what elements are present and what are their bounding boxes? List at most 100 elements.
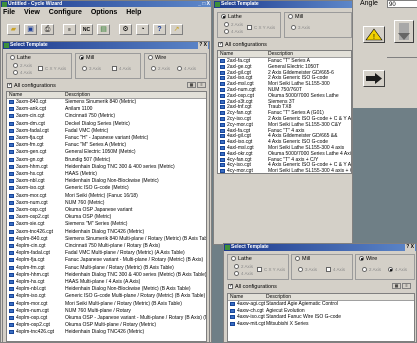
table-row[interactable]: 3axm-nbl.cgt Heidenhain Dialog Non-Blockw… [7,178,206,184]
main-dialog-close-button[interactable]: ? X [198,42,208,49]
wire-2axis-option[interactable]: 2 Axis [151,66,170,72]
mill-radio[interactable]: Mill [79,55,94,61]
angle-field[interactable]: 90 [387,0,417,8]
warning-tool-button[interactable]: ! [363,26,385,43]
lathe-cxy-option[interactable]: C X Y Axis [257,267,285,273]
table-row[interactable]: 4xplm-osp.cgt Okuma OSP - Japanese varian… [7,315,206,321]
wire-4axis-option[interactable]: 4 Axis [177,66,196,72]
table-row[interactable]: 4xplm-840.cgt Siemens Sinumerik 840 Multi… [7,236,206,242]
menu-help[interactable]: Help [126,9,141,16]
window-controls[interactable]: _ □ X [198,1,210,7]
table-row[interactable]: 3axm-ank.cgt Anilam 1100 [7,106,206,112]
table-row[interactable]: 3axm-840.cgt Siemens Sinumerik 840 (Metri… [7,99,206,105]
table-row[interactable]: 4xplm-tnc426.cgt Heidenhain Dialog TNC426… [7,329,206,335]
lathe-2axis-option[interactable]: 2 Axis [13,63,32,69]
mill-3axis-option[interactable]: 3 Axis [298,267,317,273]
table-row[interactable]: 3axm-mor.cgt Mori Seiki (Metric) (Fanuc 1… [7,193,206,199]
mill-4axis-option[interactable]: 4 Axis [112,66,131,72]
table-row[interactable]: 4axw-mit.cgt Mitsubishi X Series [228,321,414,327]
table-row[interactable]: 3axm-cin.cgt Cincinnati 750 (Metric) [7,113,206,119]
table-row[interactable]: 4xplm-osp2.cgt Okuma OSP Multi-plane / Ro… [7,322,206,328]
help-icon[interactable]: ? [153,24,166,35]
wire-dialog-close-button[interactable]: ? X [405,244,415,251]
table-row[interactable]: 3axm-fja.cgt Fanuc "H" - Japanese variant… [7,135,206,141]
large-icons-view-button[interactable]: ▦ [392,283,401,289]
table-row[interactable]: 3axm-osp.cgt Okuma OSP Japanese variant [7,207,206,213]
lathe-radio[interactable]: Lathe [231,256,252,262]
table-row[interactable]: 3axm-fadal.cgt Fadal VMC (Metric) [7,128,206,134]
lathe-2axis-option[interactable]: 2 Axis [234,264,253,270]
chart-icon[interactable]: ▤ [97,24,110,35]
open-file-icon[interactable]: ▰ [7,24,20,35]
mill-radio[interactable]: Mill [288,14,303,20]
lathe-4axis-option[interactable]: 4 Axis [234,271,253,277]
description-column-header[interactable]: Description [65,92,90,98]
table-row[interactable]: 3axm-hs.cgt HAAS (Metric) [7,171,206,177]
table-row[interactable]: 4axw-iso.cgt Standard Fanuc Wire ISO G-co… [228,314,414,320]
table-row[interactable]: 3axm-gn.cgt Brundig 507 (Metric) [7,157,206,163]
description-column-header[interactable]: Description [268,51,293,57]
table-row[interactable]: 4xplm-nbl.cgt Heidenhain Dialog Non-Block… [7,286,206,292]
text-icon[interactable]: ≡ [63,24,76,35]
all-configurations-checkbox[interactable]: ✓ All configurations [7,83,56,89]
lathe-cxy-option[interactable]: C X Y Axis [247,25,275,31]
table-row[interactable]: 4xplm-hhm.cgt Heidenhain Dialog TNC 300 &… [7,272,206,278]
down-tool-button[interactable] [394,20,414,43]
right-tool-button[interactable] [363,70,385,87]
large-icons-view-button[interactable]: ▦ [187,82,196,88]
wire-2axis-option[interactable]: 2 Axis [362,267,381,273]
table-row[interactable]: 4xplm-num.cgt NUM 760 Multi-plane / Rotar… [7,308,206,314]
menu-options[interactable]: Options [91,9,117,16]
wire-radio[interactable]: Wire [359,256,377,262]
lathe-2axis-option[interactable]: 2 Axis [224,22,243,28]
all-configurations-checkbox[interactable]: ✓ All configurations [228,284,277,290]
table-row[interactable]: 3axm-dm.cgt Deckel Dialog Series (Metric) [7,121,206,127]
table-row[interactable]: 4xplm-mor.cgt Mori Seiki Multi-plane / Ro… [7,301,206,307]
table-row[interactable]: 4xplm-cin.cgt Cincinnati 750 Multi-plane … [7,243,206,249]
lathe-radio[interactable]: Lathe [221,14,242,20]
dial-icon[interactable]: ◔ [136,24,149,35]
details-view-button[interactable]: ≡ [197,82,206,88]
table-row[interactable]: 4axw-ch.cgt Agiecut Evolution [228,308,414,314]
nc-code-icon[interactable]: NC [80,24,93,35]
name-column-header[interactable]: Name [9,92,22,98]
lathe-4axis-option[interactable]: 4 Axis [224,29,243,35]
table-row[interactable]: 4xplm-hs.cgt HAAS Multi-plane / 4 Axis (A… [7,279,206,285]
lathe-cxy-option[interactable]: C X Y Axis [38,66,66,72]
mill-3axis-option[interactable]: 3 Axis [82,66,101,72]
table-row[interactable]: 3axm-fm.cgt Fanuc "M" Series A (Metric) [7,142,206,148]
wire-radio[interactable]: Wire [148,55,166,61]
lathe-radio[interactable]: Lathe [10,55,31,61]
save-icon[interactable]: ▣ [24,24,37,35]
lathe-4axis-option[interactable]: 4 Axis [13,70,32,76]
mill-3axis-option[interactable]: 3 Axis [291,25,310,31]
print-icon[interactable]: ⎙ [41,24,54,35]
menu-configure[interactable]: Configure [49,9,82,16]
table-row[interactable]: 3axm-sie.cgt Siemens "M" Series (Metric) [7,221,206,227]
mill-4axis-option[interactable]: 4 Axis [326,267,345,273]
table-row[interactable]: 3axm-tnc426.cgt Heidenhain Dialog TNC426 … [7,229,206,235]
lathe-template-list[interactable]: Name Description 2axl-fa.cgt Fanuc "T" Se… [217,50,352,174]
menu-view[interactable]: View [24,9,40,16]
table-row[interactable]: 4cy-mor.cgt Mori Seiki Lathe SL155-300 4 … [218,168,351,173]
table-row[interactable]: 4xplm-iso.cgt Generic ISO G-code Multi-pl… [7,293,206,299]
all-configurations-checkbox[interactable]: ✓ All configurations [218,42,267,48]
name-column-header[interactable]: Name [230,294,243,300]
table-row[interactable]: 3axm-hhm.cgt Heidenhain Dialog TNC 300 & … [7,164,206,170]
table-row[interactable]: 3axm-num.cgt NUM 760 (Metric) [7,200,206,206]
table-row[interactable]: 4xplm-fadal.cgt Fadal VMC Multi-plane / R… [7,250,206,256]
table-row[interactable]: 4xplm-fja.cgt Fanuc Japanese variant - Mu… [7,257,206,263]
details-view-button[interactable]: ≡ [402,283,411,289]
arrow-icon[interactable]: ↗ [170,24,183,35]
description-column-header[interactable]: Description [266,294,291,300]
mill-radio[interactable]: Mill [295,256,310,262]
table-row[interactable]: 4axw-agi.cgt Standard Agie Agiematic Cont… [228,301,414,307]
wire-template-list[interactable]: Name Description 4axw-agi.cgt Standard Ag… [227,293,415,342]
table-row[interactable]: 3axm-osp2.cgt Okuma OSP (Metric) [7,214,206,220]
wire-4axis-option[interactable]: 4 Axis [388,267,407,273]
menu-file[interactable]: File [3,9,15,16]
settings-icon[interactable]: ⚙ [119,24,132,35]
name-column-header[interactable]: Name [220,51,233,57]
table-row[interactable]: 4xplm-fm.cgt Fanuc Multi-plane / Rotary (… [7,265,206,271]
main-template-list[interactable]: Name Description 3axm-840.cgt Siemens Sin… [6,91,207,342]
